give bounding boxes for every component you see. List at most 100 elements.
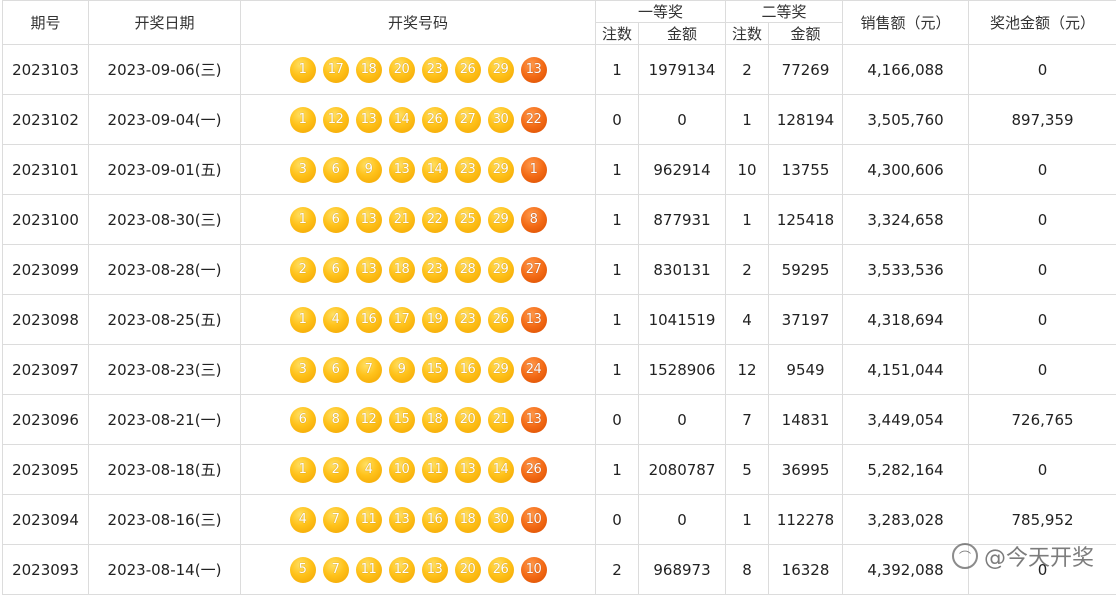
front-ball: 16 bbox=[422, 507, 448, 533]
front-ball: 13 bbox=[356, 107, 382, 133]
second-amount-cell: 13755 bbox=[769, 145, 843, 195]
front-ball: 2 bbox=[290, 257, 316, 283]
second-count-cell: 1 bbox=[726, 495, 769, 545]
front-ball: 22 bbox=[422, 207, 448, 233]
header-date: 开奖日期 bbox=[89, 1, 241, 45]
back-ball: 10 bbox=[521, 507, 547, 533]
sales-cell: 4,300,606 bbox=[843, 145, 969, 195]
pool-cell: 0 bbox=[969, 45, 1116, 95]
second-amount-cell: 112278 bbox=[769, 495, 843, 545]
ball-group: 369131423291 bbox=[241, 157, 595, 183]
first-amount-cell: 877931 bbox=[639, 195, 726, 245]
front-ball: 13 bbox=[389, 507, 415, 533]
back-ball: 13 bbox=[521, 307, 547, 333]
front-ball: 23 bbox=[455, 307, 481, 333]
front-ball: 12 bbox=[356, 407, 382, 433]
pool-cell: 0 bbox=[969, 145, 1116, 195]
table-row: 20230992023-08-28(一)26131823282927183013… bbox=[3, 245, 1116, 295]
front-ball: 14 bbox=[422, 157, 448, 183]
front-ball: 16 bbox=[455, 357, 481, 383]
front-ball: 6 bbox=[290, 407, 316, 433]
first-count-cell: 0 bbox=[596, 95, 639, 145]
header-period: 期号 bbox=[3, 1, 89, 45]
numbers-cell: 26131823282927 bbox=[241, 245, 596, 295]
pool-cell: 785,952 bbox=[969, 495, 1116, 545]
first-amount-cell: 0 bbox=[639, 495, 726, 545]
front-ball: 11 bbox=[422, 457, 448, 483]
back-ball: 8 bbox=[521, 207, 547, 233]
front-ball: 26 bbox=[488, 307, 514, 333]
lottery-results-table: 期号 开奖日期 开奖号码 一等奖 二等奖 销售额（元） 奖池金额（元） 注数 金… bbox=[2, 0, 1116, 595]
front-ball: 15 bbox=[389, 407, 415, 433]
front-ball: 5 bbox=[290, 557, 316, 583]
period-cell: 2023103 bbox=[3, 45, 89, 95]
numbers-cell: 47111316183010 bbox=[241, 495, 596, 545]
period-cell: 2023097 bbox=[3, 345, 89, 395]
table-row: 20230972023-08-23(三)36791516292411528906… bbox=[3, 345, 1116, 395]
numbers-cell: 1613212225298 bbox=[241, 195, 596, 245]
first-count-cell: 0 bbox=[596, 395, 639, 445]
date-cell: 2023-08-21(一) bbox=[89, 395, 241, 445]
front-ball: 4 bbox=[290, 507, 316, 533]
numbers-cell: 1241011131426 bbox=[241, 445, 596, 495]
first-amount-cell: 1979134 bbox=[639, 45, 726, 95]
front-ball: 11 bbox=[356, 507, 382, 533]
front-ball: 7 bbox=[356, 357, 382, 383]
front-ball: 6 bbox=[323, 357, 349, 383]
date-cell: 2023-09-06(三) bbox=[89, 45, 241, 95]
pool-cell: 0 bbox=[969, 445, 1116, 495]
chat-bubble-icon: ⌒ bbox=[952, 543, 978, 569]
ball-group: 117182023262913 bbox=[241, 57, 595, 83]
first-amount-cell: 968973 bbox=[639, 545, 726, 595]
first-count-cell: 2 bbox=[596, 545, 639, 595]
second-amount-cell: 125418 bbox=[769, 195, 843, 245]
second-count-cell: 2 bbox=[726, 245, 769, 295]
front-ball: 18 bbox=[389, 257, 415, 283]
period-cell: 2023099 bbox=[3, 245, 89, 295]
period-cell: 2023094 bbox=[3, 495, 89, 545]
date-cell: 2023-09-01(五) bbox=[89, 145, 241, 195]
front-ball: 9 bbox=[356, 157, 382, 183]
ball-group: 26131823282927 bbox=[241, 257, 595, 283]
date-cell: 2023-08-16(三) bbox=[89, 495, 241, 545]
pool-cell: 0 bbox=[969, 295, 1116, 345]
front-ball: 19 bbox=[422, 307, 448, 333]
period-cell: 2023101 bbox=[3, 145, 89, 195]
ball-group: 57111213202610 bbox=[241, 557, 595, 583]
period-cell: 2023093 bbox=[3, 545, 89, 595]
first-count-cell: 0 bbox=[596, 495, 639, 545]
numbers-cell: 57111213202610 bbox=[241, 545, 596, 595]
front-ball: 7 bbox=[323, 507, 349, 533]
front-ball: 1 bbox=[290, 207, 316, 233]
front-ball: 13 bbox=[356, 207, 382, 233]
front-ball: 29 bbox=[488, 57, 514, 83]
front-ball: 7 bbox=[323, 557, 349, 583]
front-ball: 26 bbox=[488, 557, 514, 583]
date-cell: 2023-08-18(五) bbox=[89, 445, 241, 495]
front-ball: 20 bbox=[455, 557, 481, 583]
front-ball: 2 bbox=[323, 457, 349, 483]
date-cell: 2023-08-25(五) bbox=[89, 295, 241, 345]
first-count-cell: 1 bbox=[596, 195, 639, 245]
front-ball: 28 bbox=[455, 257, 481, 283]
sales-cell: 3,505,760 bbox=[843, 95, 969, 145]
pool-cell: 726,765 bbox=[969, 395, 1116, 445]
front-ball: 20 bbox=[455, 407, 481, 433]
first-count-cell: 1 bbox=[596, 295, 639, 345]
first-count-cell: 1 bbox=[596, 345, 639, 395]
date-cell: 2023-08-30(三) bbox=[89, 195, 241, 245]
numbers-cell: 117182023262913 bbox=[241, 45, 596, 95]
sales-cell: 4,151,044 bbox=[843, 345, 969, 395]
watermark-text: @今天开奖 bbox=[984, 540, 1094, 572]
header-sales: 销售额（元） bbox=[843, 1, 969, 45]
front-ball: 10 bbox=[389, 457, 415, 483]
front-ball: 18 bbox=[455, 507, 481, 533]
front-ball: 17 bbox=[389, 307, 415, 333]
front-ball: 11 bbox=[356, 557, 382, 583]
table-header: 期号 开奖日期 开奖号码 一等奖 二等奖 销售额（元） 奖池金额（元） 注数 金… bbox=[3, 1, 1116, 45]
sales-cell: 3,283,028 bbox=[843, 495, 969, 545]
back-ball: 13 bbox=[521, 407, 547, 433]
front-ball: 6 bbox=[323, 257, 349, 283]
ball-group: 47111316183010 bbox=[241, 507, 595, 533]
front-ball: 17 bbox=[323, 57, 349, 83]
